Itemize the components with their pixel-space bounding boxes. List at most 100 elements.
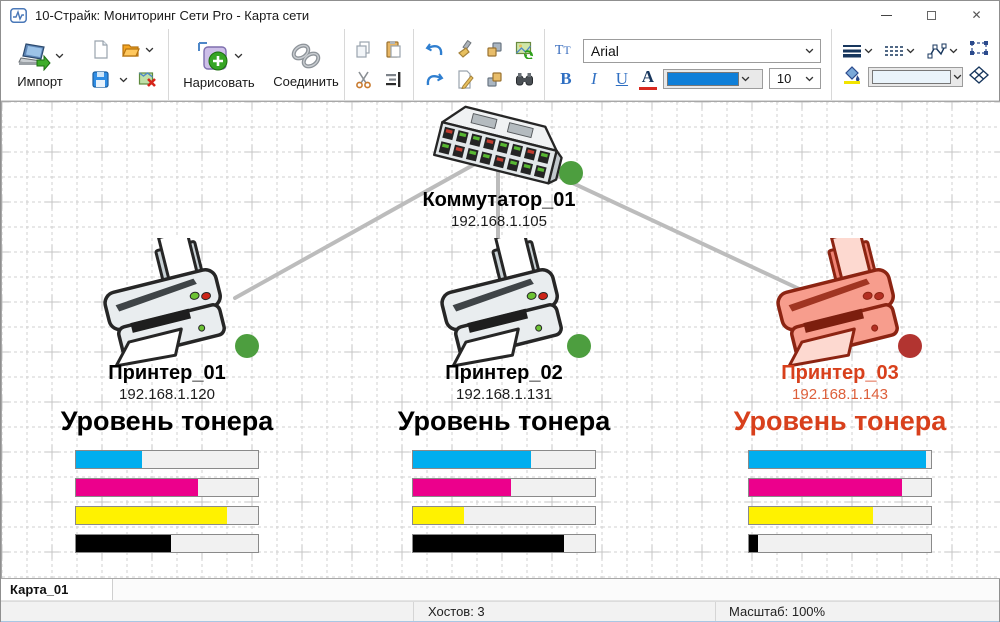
paste-button[interactable]	[381, 37, 407, 63]
app-window: 10-Страйк: Мониторинг Сети Pro - Карта с…	[0, 0, 1000, 622]
zoom-level: Масштаб: 100%	[729, 604, 825, 619]
paint-bucket-icon	[842, 65, 862, 84]
toner-title: Уровень тонера	[47, 406, 287, 437]
fill-button[interactable]	[842, 65, 862, 89]
switch-ip: 192.168.1.105	[379, 213, 619, 230]
toner-bar-magenta	[75, 478, 259, 497]
hosts-count: Хостов: 3	[428, 604, 485, 619]
open-map-button[interactable]	[117, 37, 143, 63]
italic-button[interactable]: I	[583, 69, 605, 89]
select-area-button[interactable]	[969, 40, 989, 61]
chevron-down-icon	[234, 53, 243, 59]
text-color-swatch	[667, 72, 739, 86]
connect-label: Соединить	[273, 74, 339, 89]
status-hosts: Хостов: 3	[414, 602, 716, 621]
toolbar-group-clipboard	[345, 29, 414, 100]
undo-button[interactable]	[422, 37, 448, 63]
brush-icon	[455, 40, 474, 59]
switch-node[interactable]: Коммутатор_01 192.168.1.105	[379, 103, 619, 189]
printer-ip: 192.168.1.131	[384, 386, 624, 403]
toolbar-group-font: TT Arial B I U A 10	[545, 29, 832, 100]
cut-button[interactable]	[351, 67, 377, 93]
network-map-canvas[interactable]: Коммутатор_01 192.168.1.105 Принтер_01 1…	[1, 101, 1000, 579]
toolbar-group-draw: Нарисовать Соединить	[169, 29, 345, 100]
font-color-button[interactable]: A	[639, 67, 657, 90]
toner-bar-black	[75, 534, 259, 553]
line-style-button[interactable]	[884, 44, 915, 58]
connector-type-button[interactable]	[927, 43, 958, 59]
toner-bar-yellow	[412, 506, 596, 525]
layers-backward-icon	[485, 70, 504, 89]
status-indicator	[567, 334, 591, 358]
title-bar: 10-Страйк: Мониторинг Сети Pro - Карта с…	[1, 1, 999, 29]
send-backward-button[interactable]	[482, 67, 508, 93]
underline-button[interactable]: U	[611, 69, 633, 89]
copy-button[interactable]	[351, 37, 377, 63]
hatch-button[interactable]	[969, 66, 989, 89]
tab-map-01[interactable]: Карта_01	[1, 579, 113, 600]
delete-map-button[interactable]	[134, 67, 160, 93]
redo-button[interactable]	[422, 67, 448, 93]
status-indicator	[235, 334, 259, 358]
draw-object-icon	[196, 40, 230, 72]
align-right-icon	[384, 70, 403, 89]
switch-icon	[424, 103, 574, 189]
switch-name: Коммутатор_01	[379, 189, 619, 212]
find-button[interactable]	[512, 67, 538, 93]
toner-bar-cyan	[75, 450, 259, 469]
printer-name: Принтер_02	[384, 362, 624, 385]
printer-name: Принтер_03	[720, 362, 960, 385]
status-zoom: Масштаб: 100%	[716, 602, 999, 621]
align-button[interactable]	[381, 67, 407, 93]
new-page-icon	[91, 40, 110, 59]
status-indicator	[898, 334, 922, 358]
toner-bar-magenta	[412, 478, 596, 497]
copy-icon	[354, 40, 373, 59]
undo-icon	[425, 40, 444, 59]
draw-label: Нарисовать	[183, 75, 254, 90]
toner-bar-magenta	[748, 478, 932, 497]
layers-forward-icon	[485, 40, 504, 59]
toner-title: Уровень тонера	[720, 406, 960, 437]
status-bar: Хостов: 3 Масштаб: 100%	[1, 601, 999, 622]
bold-button[interactable]: B	[555, 69, 577, 89]
fill-color-swatch	[872, 70, 951, 84]
chevron-down-icon	[741, 76, 750, 82]
font-family-select[interactable]: Arial	[583, 39, 821, 63]
chain-link-icon	[289, 41, 323, 71]
close-button[interactable]: ✕	[954, 1, 999, 29]
printer-name: Принтер_01	[47, 362, 287, 385]
font-size-value: 10	[770, 71, 799, 86]
edit-properties-button[interactable]	[452, 67, 478, 93]
toolbar-group-file: Импорт	[1, 29, 169, 100]
toner-bar-black	[412, 534, 596, 553]
chevron-down-icon	[906, 48, 915, 54]
chevron-down-icon[interactable]	[145, 47, 154, 53]
chevron-down-icon	[805, 76, 814, 82]
fill-color-select[interactable]	[868, 67, 963, 87]
image-refresh-icon	[515, 40, 534, 59]
chevron-down-icon[interactable]	[119, 77, 128, 83]
refresh-background-button[interactable]	[512, 37, 538, 63]
connect-button[interactable]: Соединить	[269, 33, 343, 97]
edit-page-icon	[455, 70, 474, 89]
new-map-button[interactable]	[87, 37, 113, 63]
bring-forward-button[interactable]	[482, 37, 508, 63]
font-size-select[interactable]: 10	[769, 68, 821, 89]
save-button[interactable]	[87, 67, 113, 93]
save-icon	[91, 70, 110, 89]
chevron-down-icon	[805, 48, 814, 54]
binoculars-icon	[515, 70, 534, 89]
font-icon: TT	[555, 43, 577, 59]
clear-button[interactable]	[452, 37, 478, 63]
import-button[interactable]: Импорт	[1, 33, 79, 97]
maximize-button[interactable]	[909, 1, 954, 29]
toolbar-group-edit	[414, 29, 545, 100]
selection-rect-icon	[969, 40, 989, 56]
font-family-value: Arial	[584, 43, 799, 59]
tab-label: Карта_01	[10, 582, 68, 597]
minimize-button[interactable]	[864, 1, 909, 29]
draw-button[interactable]: Нарисовать	[169, 33, 269, 97]
line-weight-button[interactable]	[842, 44, 873, 58]
text-color-select[interactable]	[663, 69, 763, 89]
